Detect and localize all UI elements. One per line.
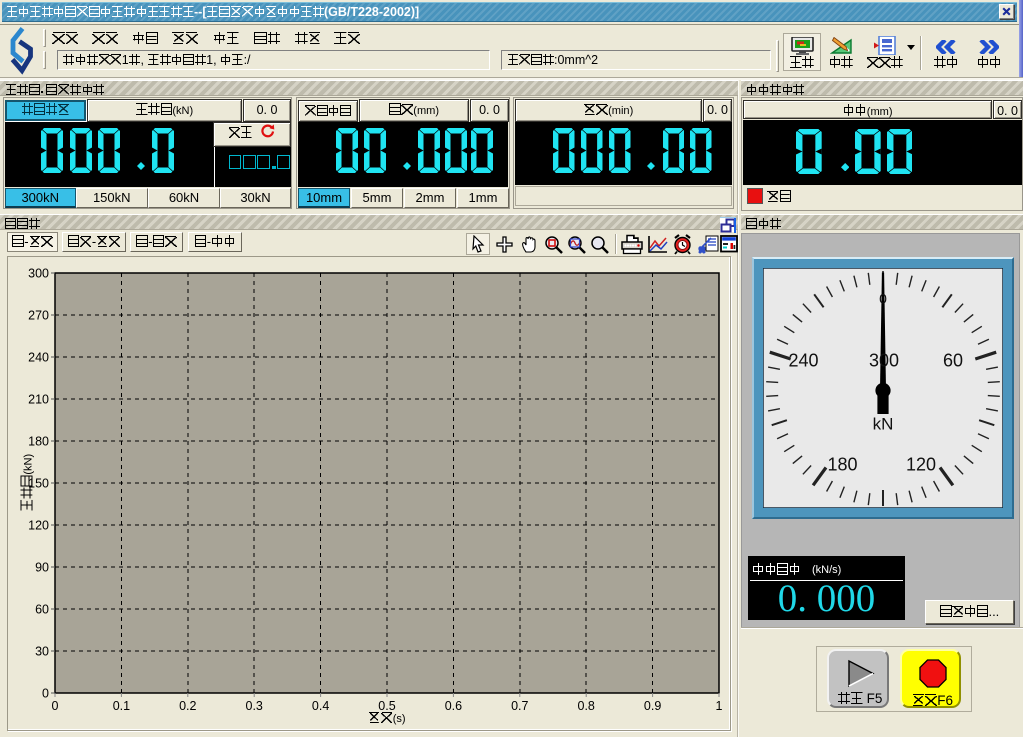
svg-text:0: 0: [42, 687, 49, 701]
svg-text:300: 300: [869, 351, 899, 371]
svg-text:300: 300: [28, 267, 49, 281]
svg-text:120: 120: [906, 455, 936, 475]
svg-text:0.7: 0.7: [511, 699, 528, 713]
svg-text:210: 210: [28, 393, 49, 407]
svg-text:270: 270: [28, 309, 49, 323]
svg-text:240: 240: [28, 351, 49, 365]
svg-text:0.3: 0.3: [246, 699, 263, 713]
svg-text:60: 60: [943, 351, 963, 371]
svg-text:0.1: 0.1: [113, 699, 130, 713]
svg-text:0.8: 0.8: [578, 699, 595, 713]
svg-text:0.2: 0.2: [179, 699, 196, 713]
svg-text:240: 240: [788, 351, 818, 371]
svg-text:0.6: 0.6: [445, 699, 462, 713]
svg-text:kN: kN: [873, 415, 894, 434]
svg-text:30: 30: [35, 645, 49, 659]
svg-text:90: 90: [35, 561, 49, 575]
svg-text:1: 1: [716, 699, 723, 713]
svg-text:0: 0: [879, 291, 887, 307]
svg-text:60: 60: [35, 603, 49, 617]
svg-text:0.4: 0.4: [312, 699, 329, 713]
svg-text:0.9: 0.9: [644, 699, 661, 713]
svg-text:0: 0: [52, 699, 59, 713]
svg-text:180: 180: [827, 455, 857, 475]
